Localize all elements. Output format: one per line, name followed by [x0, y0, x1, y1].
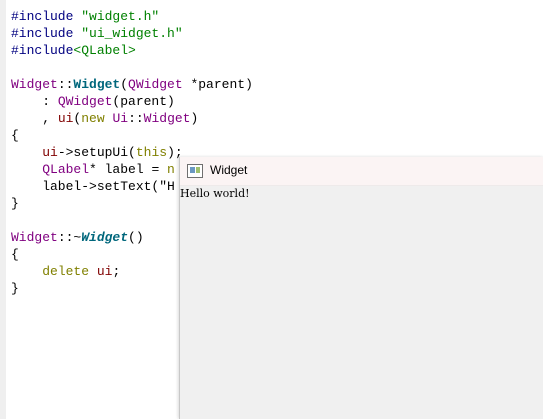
code-line: { [11, 127, 253, 144]
code-token: <QLabel> [73, 43, 136, 58]
code-token: () [128, 230, 144, 245]
code-token: Widget [143, 111, 191, 126]
code-token: Widget [81, 230, 129, 245]
code-token: label->setText("H [11, 179, 175, 194]
hello-label: Hello world! [180, 187, 250, 200]
window-title-bar[interactable]: Widget [180, 157, 543, 186]
code-token: new [81, 111, 105, 126]
code-token: ->setupUi( [57, 145, 136, 160]
code-line: : QWidget(parent) [11, 93, 253, 110]
code-line: #include "ui_widget.h" [11, 25, 253, 42]
code-token: ) [190, 111, 199, 126]
code-line: Widget::Widget(QWidget *parent) [11, 76, 253, 93]
editor-gutter [0, 0, 6, 419]
code-token: ( [120, 77, 129, 92]
code-token: QLabel [42, 162, 90, 177]
code-token: :: [128, 111, 144, 126]
code-token: ; [112, 264, 121, 279]
code-token: :: [57, 77, 74, 92]
window-icon [187, 164, 203, 178]
code-token: Widget [11, 230, 58, 245]
code-token: * label = [89, 162, 168, 177]
code-token: #include [11, 9, 82, 24]
code-token: ui [42, 145, 58, 160]
code-token: delete [42, 264, 90, 279]
code-token: { [11, 128, 19, 143]
code-token: #include [11, 43, 74, 58]
code-token: Widget [11, 77, 58, 92]
code-token: ::~ [57, 230, 82, 245]
code-token: *parent) [182, 77, 253, 92]
code-token: QWidget [57, 94, 113, 109]
code-token: Widget [73, 77, 121, 92]
code-token: : [11, 94, 58, 109]
code-token: n [167, 162, 175, 177]
code-line: #include<QLabel> [11, 42, 253, 59]
code-token: Ui [112, 111, 129, 126]
window-title: Widget [210, 163, 248, 177]
code-token: ui [96, 264, 113, 279]
code-token: } [11, 281, 19, 296]
code-token: } [11, 196, 19, 211]
code-token: "widget.h" [81, 9, 160, 24]
widget-window[interactable]: Widget Hello world! [179, 157, 543, 419]
code-line: , ui(new Ui::Widget) [11, 110, 253, 127]
code-token: { [11, 247, 19, 262]
code-token: ui [57, 111, 74, 126]
code-token: QWidget [128, 77, 183, 92]
code-token: , [11, 111, 58, 126]
code-token: "ui_widget.h" [81, 26, 183, 41]
code-token: (parent) [112, 94, 175, 109]
code-token: this [135, 145, 168, 160]
code-token: #include [11, 26, 82, 41]
code-line: #include "widget.h" [11, 8, 253, 25]
